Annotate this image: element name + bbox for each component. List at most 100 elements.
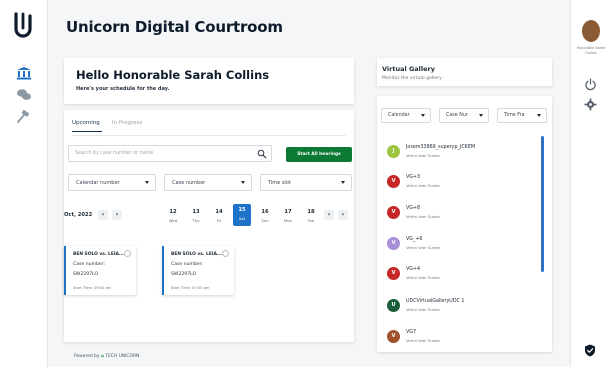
avatar: V [387,175,400,188]
day-number: 12 [169,209,177,215]
tab-upcoming[interactable]: Upcoming [72,120,102,132]
gallery-list-item[interactable]: J Josem33869_superyp_JCKEM Vehra Veer Su… [381,143,539,165]
gallery-item-host: Vehra Veer Suede [406,183,440,188]
gallery-item-name: Josem33869_superyp_JCKEM [406,145,475,150]
calendar-number-select[interactable]: Calendar number [68,174,156,191]
gallery-time-frame-select[interactable]: Time Fra [497,108,547,123]
avatar: U [387,299,400,312]
day-name: Mon [283,218,292,223]
right-rail: Honorable Sarah Collins [570,0,610,367]
calendar-day[interactable]: 16 Sun [256,206,274,223]
gallery-calendar-select[interactable]: Calendar [381,108,431,123]
virtual-gallery-list: Calendar Case Nur Time Fra J Josem33869_… [377,96,552,352]
gallery-item-name: UDCVirtualGalleryUDC 1 [406,299,465,304]
avatar: J [387,145,400,158]
day-name: Fri [216,218,222,223]
month-prev-button[interactable]: ‹ [98,210,108,220]
gallery-scrollbar[interactable] [541,136,544,272]
gallery-item-name: VG+8 [406,206,421,211]
search-placeholder: Search by case number or name [75,151,154,156]
chevron-down-icon [241,181,245,184]
calendar-day[interactable]: 18 Tue [302,206,320,223]
courthouse-icon[interactable] [16,66,32,80]
time-slot-select[interactable]: Time slot [260,174,352,191]
info-icon[interactable] [222,250,229,257]
gallery-list-item[interactable]: V VG7 Vehra Veer Suede [381,328,539,350]
week-prev-button[interactable]: ‹ [324,210,334,220]
hearing-start-time: Start Time: 07:00 pm [171,286,210,290]
calendar-day-selected[interactable]: 15 Sat [233,204,251,226]
tab-divider [72,135,346,136]
hearing-start-time: Start Time: 09:00 am [73,286,112,290]
gallery-list-item[interactable]: V VG+8 Vehra Veer Suede [381,204,539,226]
info-icon[interactable] [124,250,131,257]
avatar: V [387,330,400,343]
gallery-list-item[interactable]: V VG_+6 Vehra Veer Suede [381,235,539,257]
gallery-item-host: Vehra Veer Suede [406,153,440,158]
chevron-down-icon [145,181,149,184]
hearing-card[interactable]: BEN SOLO vs. LEIA... Case number: SW2297… [64,246,136,295]
hearing-card[interactable]: BEN SOLO vs. LEIA... Case number: SW2297… [162,246,234,295]
gallery-item-name: VG+4 [406,267,421,272]
day-name: Sat [238,216,246,221]
start-all-hearings-button[interactable]: Start All hearings [286,147,352,162]
week-next-button[interactable]: › [338,210,348,220]
shield-check-icon[interactable] [584,344,596,357]
gear-icon[interactable] [584,98,597,111]
day-number: 15 [238,207,246,213]
calendar-day[interactable]: 17 Mon [279,206,297,223]
chevron-down-icon [341,181,345,184]
case-number-value: SW2297LO [73,272,99,277]
tech-unicorn-logo-icon: ⌂ [100,354,105,359]
profile-avatar[interactable] [582,20,600,42]
select-label: Time Fra [504,113,525,118]
chat-icon[interactable] [16,88,32,102]
avatar: V [387,267,400,280]
virtual-gallery-header: Virtual Gallery Monitor the virtual gall… [377,58,552,86]
day-number: 14 [215,209,223,215]
gallery-subtitle: Monitor the virtual gallery [382,76,442,81]
gallery-case-number-select[interactable]: Case Nur [439,108,489,123]
schedule-card: Upcoming In Progress Search by case numb… [64,110,354,342]
gallery-item-host: Vehra Veer Suede [406,245,440,250]
gallery-list-item[interactable]: V VG+3 Vehra Veer Suede [381,173,539,195]
gallery-title: Virtual Gallery [382,65,435,73]
power-icon[interactable] [584,78,597,91]
greeting-subtitle: Here's your schedule for the day. [76,86,170,92]
gallery-item-host: Vehra Veer Suede [406,214,440,219]
unicorn-logo-icon [14,12,32,38]
select-label: Time slot [268,180,291,186]
calendar-day[interactable]: 13 Thu [187,206,205,223]
app-title: Unicorn Digital Courtroom [66,18,283,36]
greeting-title: Hello Honorable Sarah Collins [76,68,270,82]
case-number-select[interactable]: Case number [164,174,252,191]
greeting-card: Hello Honorable Sarah Collins Here's you… [64,58,354,104]
gallery-item-host: Vehra Veer Suede [406,338,440,343]
gallery-item-name: VG7 [406,330,417,335]
case-number-label: Case number: [73,262,106,267]
tab-in-progress[interactable]: In Progress [112,120,142,126]
gallery-item-host: Vehra Veer Suede [406,275,440,280]
powered-by-prefix: Powered by [74,354,100,359]
day-name: Tue [307,218,315,223]
calendar-day[interactable]: 12 Wed [164,206,182,223]
search-input[interactable]: Search by case number or name [68,145,272,162]
month-next-button[interactable]: › [112,210,122,220]
day-number: 16 [261,209,269,215]
avatar: V [387,206,400,219]
profile-name: Honorable Sarah Collins [576,46,606,55]
select-label: Calendar [388,113,410,118]
gavel-icon[interactable] [16,110,32,124]
hearing-title: BEN SOLO vs. LEIA... [171,252,222,257]
gallery-item-name: VG+3 [406,175,421,180]
hearing-title: BEN SOLO vs. LEIA... [73,252,124,257]
calendar-day[interactable]: 14 Fri [210,206,228,223]
powered-by: Powered by ⌂ TECH UNICORN [74,354,139,359]
gallery-list-item[interactable]: U UDCVirtualGalleryUDC 1 Vehra Veer Sued… [381,297,539,319]
select-label: Calendar number [76,180,120,186]
chevron-down-icon [421,114,425,117]
case-number-value: SW2297LO [171,272,197,277]
search-icon[interactable] [257,149,267,159]
gallery-list-item[interactable]: V VG+4 Vehra Veer Suede [381,265,539,287]
day-number: 13 [192,209,200,215]
